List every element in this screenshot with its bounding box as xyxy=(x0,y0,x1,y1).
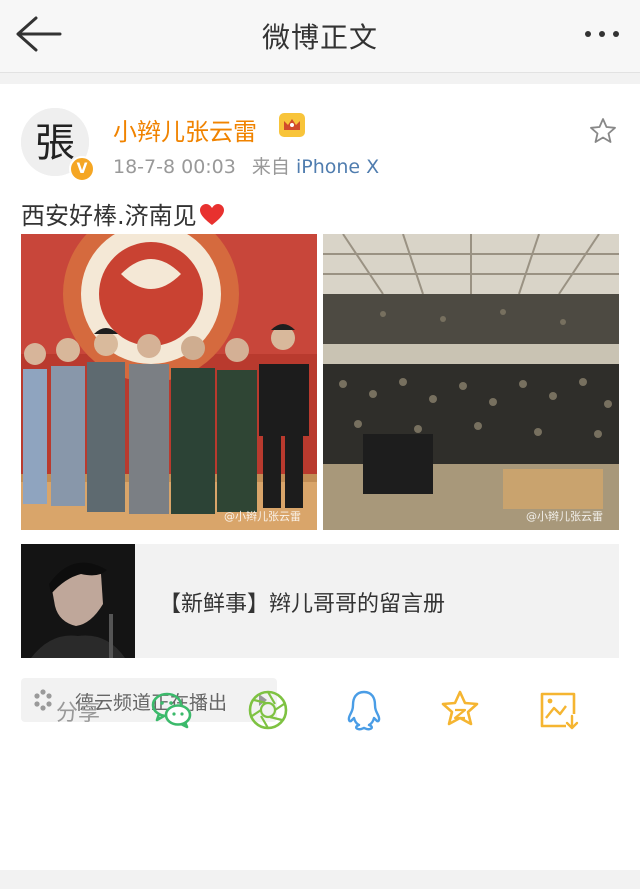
avatar[interactable]: 張 V xyxy=(21,108,95,182)
post-meta: 18-7-8 00:03 来自 iPhone X xyxy=(113,152,379,179)
image-watermark: @小辫儿张云雷 xyxy=(224,510,301,523)
svg-text:張: 張 xyxy=(35,120,75,166)
more-dots-icon[interactable] xyxy=(578,22,626,46)
crown-icon xyxy=(279,113,305,137)
post-time: 18-7-8 00:03 xyxy=(113,156,236,178)
verified-badge-icon: V xyxy=(69,156,95,182)
qq-icon[interactable] xyxy=(342,688,386,732)
post-text: 西安好棒.济南见 xyxy=(21,196,225,231)
post-source[interactable]: iPhone X xyxy=(296,156,379,178)
favorite-share-icon[interactable] xyxy=(438,688,482,732)
link-card-title: 【新鲜事】辫儿哥哥的留言册 xyxy=(159,592,446,617)
loading-spinner-icon xyxy=(34,689,52,711)
top-bar: 微博正文 xyxy=(0,0,640,73)
heart-icon xyxy=(199,204,224,225)
post-image-1[interactable]: @小辫儿张云雷 xyxy=(21,234,317,530)
image-watermark: @小辫儿张云雷 xyxy=(526,510,603,523)
save-image-icon[interactable] xyxy=(536,688,580,732)
wechat-icon[interactable] xyxy=(150,688,194,732)
favorite-star-icon[interactable] xyxy=(588,116,618,146)
share-label: 分享 xyxy=(56,701,101,726)
post-image-2[interactable]: @小辫儿张云雷 xyxy=(323,234,619,530)
moments-icon[interactable] xyxy=(246,688,290,732)
post-card: 張 V 小辫儿张云雷 18-7-8 00:03 来自 iPhone X 西安好棒… xyxy=(0,84,640,870)
username[interactable]: 小辫儿张云雷 xyxy=(113,112,257,147)
link-card-thumbnail xyxy=(21,544,135,658)
source-prefix: 来自 xyxy=(251,156,290,178)
page-title: 微博正文 xyxy=(261,21,378,54)
link-card[interactable]: 【新鲜事】辫儿哥哥的留言册 xyxy=(21,544,619,658)
